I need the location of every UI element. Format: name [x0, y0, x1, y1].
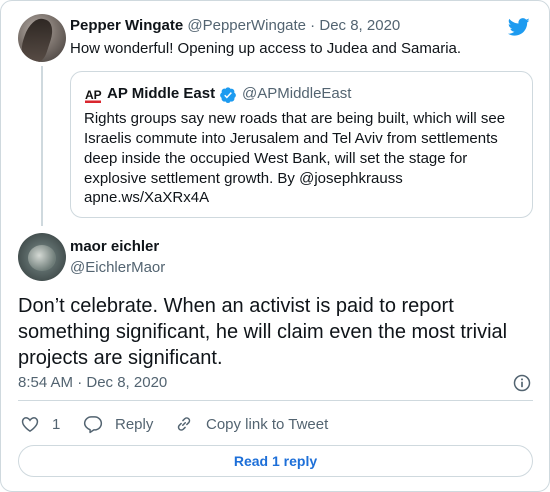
- reply-button[interactable]: Reply: [83, 414, 153, 434]
- svg-text:AP: AP: [85, 88, 102, 102]
- quoted-author-handle[interactable]: @APMiddleEast: [242, 85, 351, 102]
- parent-author-handle[interactable]: @PepperWingate: [187, 17, 306, 34]
- main-tweet-timestamp[interactable]: 8:54 AM · Dec 8, 2020: [18, 374, 167, 391]
- main-author-name[interactable]: maor eichler: [70, 238, 159, 255]
- parent-tweet-text: How wonderful! Opening up access to Jude…: [70, 40, 462, 57]
- info-icon[interactable]: [512, 373, 532, 393]
- divider: [18, 400, 533, 401]
- copy-link-button[interactable]: Copy link to Tweet: [174, 414, 328, 434]
- parent-author-name[interactable]: Pepper Wingate: [70, 17, 183, 34]
- quoted-tweet-card[interactable]: AP AP Middle East @APMiddleEast Rights g…: [70, 71, 533, 218]
- ap-logo-icon: AP: [84, 86, 102, 104]
- main-author-handle[interactable]: @EichlerMaor: [70, 259, 165, 276]
- quoted-tweet-link[interactable]: apne.ws/XaXRx4A: [84, 189, 209, 206]
- link-icon: [177, 417, 191, 431]
- thread-connector-line: [41, 66, 43, 226]
- like-button[interactable]: 1: [20, 414, 60, 434]
- main-tweet-text: Don’t celebrate. When an activist is pai…: [18, 295, 508, 369]
- avatar-maor-eichler[interactable]: [18, 233, 66, 281]
- avatar-pepper-wingate[interactable]: [18, 14, 66, 62]
- parent-tweet-header: Pepper Wingate @PepperWingate · Dec 8, 2…: [70, 17, 400, 34]
- twitter-bird-icon[interactable]: [507, 16, 531, 38]
- quoted-author-name[interactable]: AP Middle East: [107, 85, 215, 102]
- like-count: 1: [52, 415, 61, 433]
- parent-tweet-date[interactable]: Dec 8, 2020: [319, 17, 400, 34]
- copy-link-label: Copy link to Tweet: [206, 415, 329, 433]
- reply-icon: [83, 416, 103, 434]
- read-replies-button[interactable]: Read 1 reply: [18, 445, 533, 477]
- verified-badge-icon: [220, 87, 236, 104]
- reply-label: Reply: [115, 415, 154, 433]
- embedded-tweet-card: Pepper Wingate @PepperWingate · Dec 8, 2…: [0, 0, 550, 492]
- heart-icon: [21, 417, 39, 432]
- quoted-tweet-text: Rights groups say new roads that are bei…: [84, 110, 506, 187]
- header-separator: ·: [306, 17, 320, 34]
